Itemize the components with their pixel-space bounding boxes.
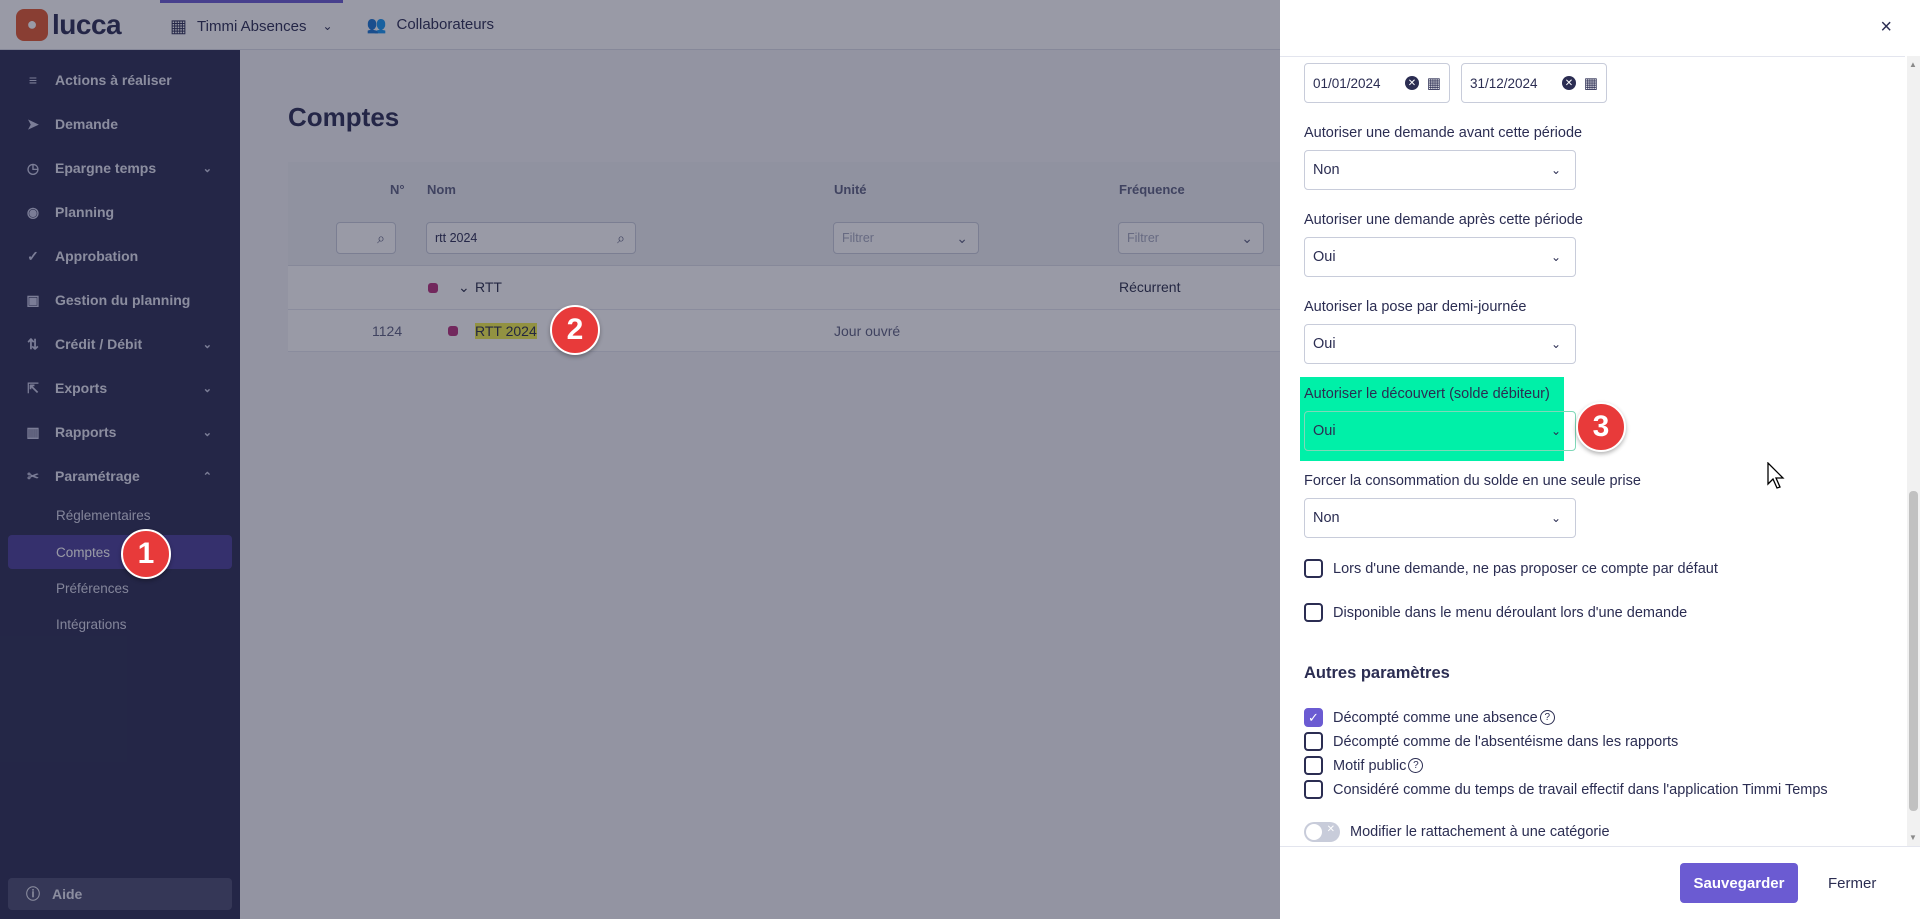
calendar-icon[interactable]: ▦	[1427, 74, 1441, 92]
mouse-cursor-icon	[1767, 461, 1787, 494]
checkbox-label: Lors d'une demande, ne pas proposer ce c…	[1333, 560, 1718, 577]
panel-footer: Sauvegarder Fermer	[1280, 846, 1920, 919]
checkbox[interactable]	[1304, 559, 1323, 578]
scroll-down-icon[interactable]: ▼	[1909, 833, 1917, 842]
overdraft-select[interactable]: Oui ⌄	[1304, 411, 1576, 451]
account-settings-panel: × 01/01/2024 ✕ ▦ 31/12/2024 ✕ ▦ Autorise…	[1280, 0, 1920, 919]
checkbox[interactable]	[1304, 603, 1323, 622]
field-label: Autoriser une demande avant cette périod…	[1304, 125, 1583, 141]
toggle-switch[interactable]: ✕	[1304, 822, 1340, 842]
after-period-select[interactable]: Oui ⌄	[1304, 237, 1576, 277]
close-icon[interactable]: ×	[1880, 16, 1892, 39]
checkbox[interactable]	[1304, 756, 1323, 775]
checkbox[interactable]	[1304, 732, 1323, 751]
step-marker-3: 3	[1576, 402, 1626, 452]
checkbox-in-dropdown[interactable]: Disponible dans le menu déroulant lors d…	[1304, 603, 1687, 622]
end-date-input[interactable]: 31/12/2024 ✕ ▦	[1461, 63, 1607, 103]
close-button[interactable]: Fermer	[1828, 863, 1876, 903]
x-icon: ✕	[1326, 824, 1335, 835]
checkbox-label: Décompté comme de l'absentéisme dans les…	[1333, 733, 1679, 750]
field-label: Autoriser le découvert (solde débiteur)	[1304, 386, 1550, 402]
start-date-value: 01/01/2024	[1313, 75, 1381, 91]
select-value: Non	[1313, 162, 1340, 178]
checkbox-label: Motif public	[1333, 757, 1407, 774]
chevron-down-icon: ⌄	[1550, 163, 1561, 177]
checkbox-checked[interactable]: ✓	[1304, 708, 1323, 727]
step-marker-2: 2	[550, 305, 600, 355]
calendar-icon[interactable]: ▦	[1584, 74, 1598, 92]
clear-icon[interactable]: ✕	[1405, 76, 1419, 90]
clear-icon[interactable]: ✕	[1562, 76, 1576, 90]
help-circle-icon[interactable]: ?	[1539, 710, 1555, 725]
before-period-select[interactable]: Non ⌄	[1304, 150, 1576, 190]
select-value: Oui	[1313, 336, 1336, 352]
scroll-up-icon[interactable]: ▲	[1909, 60, 1917, 69]
field-label: Autoriser la pose par demi-journée	[1304, 299, 1527, 315]
scrollbar[interactable]: ▲ ▼	[1907, 56, 1920, 846]
checkbox[interactable]	[1304, 780, 1323, 799]
panel-body: 01/01/2024 ✕ ▦ 31/12/2024 ✕ ▦ Autoriser …	[1280, 56, 1905, 846]
end-date-value: 31/12/2024	[1470, 75, 1538, 91]
checkbox-absence[interactable]: ✓ Décompté comme une absence?	[1304, 708, 1555, 727]
select-value: Oui	[1313, 249, 1336, 265]
checkbox-label: Considéré comme du temps de travail effe…	[1333, 781, 1828, 798]
checkbox-not-default[interactable]: Lors d'une demande, ne pas proposer ce c…	[1304, 559, 1718, 578]
modal-overlay[interactable]	[0, 0, 1280, 919]
chevron-down-icon: ⌄	[1550, 337, 1561, 351]
help-circle-icon[interactable]: ?	[1408, 758, 1424, 773]
field-label: Forcer la consommation du solde en une s…	[1304, 473, 1641, 489]
section-title: Autres paramètres	[1304, 664, 1450, 682]
scrollbar-thumb[interactable]	[1909, 491, 1918, 811]
half-day-select[interactable]: Oui ⌄	[1304, 324, 1576, 364]
chevron-down-icon: ⌄	[1550, 424, 1561, 438]
chevron-down-icon: ⌄	[1550, 511, 1561, 525]
category-toggle-row[interactable]: ✕ Modifier le rattachement à une catégori…	[1304, 822, 1610, 842]
checkbox-label: Disponible dans le menu déroulant lors d…	[1333, 604, 1688, 621]
toggle-knob	[1306, 824, 1322, 840]
field-label: Autoriser une demande après cette périod…	[1304, 212, 1583, 228]
chevron-down-icon: ⌄	[1550, 250, 1561, 264]
checkbox-work-time[interactable]: Considéré comme du temps de travail effe…	[1304, 780, 1828, 799]
checkbox-label: Décompté comme une absence	[1333, 709, 1538, 726]
checkbox-absenteeism[interactable]: Décompté comme de l'absentéisme dans les…	[1304, 732, 1678, 751]
start-date-input[interactable]: 01/01/2024 ✕ ▦	[1304, 63, 1450, 103]
save-button[interactable]: Sauvegarder	[1680, 863, 1798, 903]
single-take-select[interactable]: Non ⌄	[1304, 498, 1576, 538]
step-marker-1: 1	[121, 529, 171, 579]
toggle-label: Modifier le rattachement à une catégorie	[1350, 824, 1610, 840]
checkbox-public[interactable]: Motif public?	[1304, 756, 1424, 775]
select-value: Non	[1313, 510, 1340, 526]
select-value: Oui	[1313, 423, 1336, 439]
